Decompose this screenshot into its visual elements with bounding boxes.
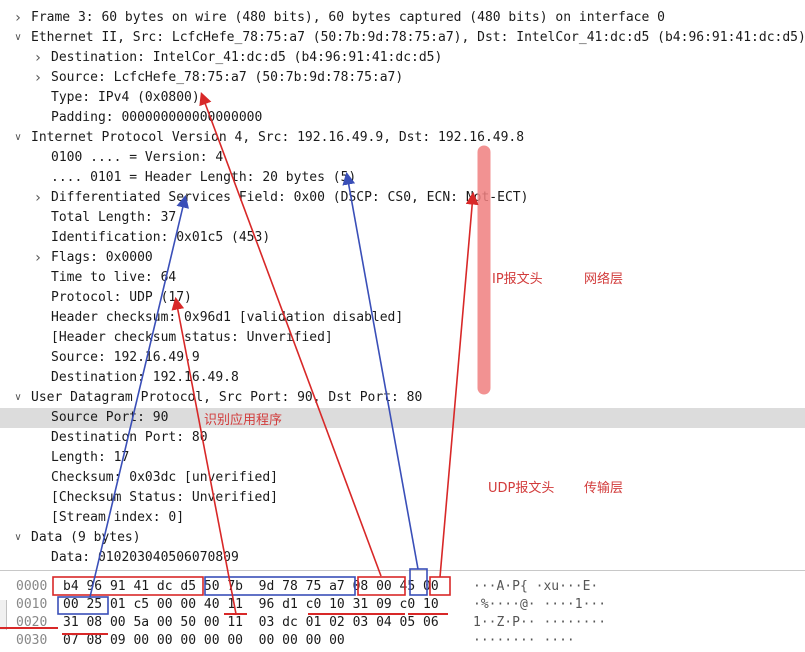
- tree-row[interactable]: ∨ Internet Protocol Version 4, Src: 192.1…: [0, 128, 805, 148]
- tree-row[interactable]: .... 0101 = Header Length: 20 bytes (5): [0, 168, 805, 188]
- tree-row-label: Destination: 192.16.49.8: [51, 370, 239, 385]
- chevron-down-icon[interactable]: ∨: [12, 28, 24, 48]
- hex-bytes[interactable]: b4 96 91 41 dc d5 50 7b 9d 78 75 a7 08 0…: [63, 577, 439, 597]
- tree-row[interactable]: › Frame 3: 60 bytes on wire (480 bits), 6…: [0, 8, 805, 28]
- tree-row[interactable]: Destination: 192.16.49.8: [0, 368, 805, 388]
- tree-row[interactable]: ∨ Ethernet II, Src: LcfcHefe_78:75:a7 (50…: [0, 28, 805, 48]
- hex-row[interactable]: 0000 b4 96 91 41 dc d5 50 7b 9d 78 75 a7 …: [0, 577, 805, 597]
- tree-row-label: Source: LcfcHefe_78:75:a7 (50:7b:9d:78:7…: [51, 70, 404, 85]
- tree-row[interactable]: ∨ Data (9 bytes): [0, 528, 805, 548]
- tree-row-label: Identification: 0x01c5 (453): [51, 230, 271, 245]
- tree-row[interactable]: Data: 010203040506070809: [0, 548, 805, 568]
- tree-row[interactable]: Source Port: 90: [0, 408, 805, 428]
- tree-row-label: User Datagram Protocol, Src Port: 90, Ds…: [31, 390, 423, 405]
- tree-row[interactable]: Destination Port: 80: [0, 428, 805, 448]
- udp-header-label: UDP报文头: [488, 481, 555, 496]
- identify-app-label: 识别应用程序: [204, 413, 283, 428]
- transport-layer-label: 传输层: [584, 481, 624, 496]
- tree-row[interactable]: 0100 .... = Version: 4: [0, 148, 805, 168]
- chevron-right-icon[interactable]: ›: [32, 68, 44, 88]
- hex-ascii[interactable]: 1··Z·P·· ········: [473, 613, 606, 633]
- tree-row[interactable]: Type: IPv4 (0x0800): [0, 88, 805, 108]
- hex-bytes[interactable]: 31 08 00 5a 00 50 00 11 03 dc 01 02 03 0…: [63, 613, 439, 633]
- hex-bytes[interactable]: 00 25 01 c5 00 00 40 11 96 d1 c0 10 31 0…: [63, 595, 439, 615]
- tree-row-label: [Stream index: 0]: [51, 510, 185, 525]
- chevron-right-icon[interactable]: ›: [32, 248, 44, 268]
- tree-row[interactable]: [Stream index: 0]: [0, 508, 805, 528]
- tree-row[interactable]: Header checksum: 0x96d1 [validation disa…: [0, 308, 805, 328]
- tree-row-label: Length: 17: [51, 450, 130, 465]
- tree-row-label: Data (9 bytes): [31, 530, 141, 545]
- chevron-right-icon[interactable]: ›: [32, 48, 44, 68]
- tree-row-label: Ethernet II, Src: LcfcHefe_78:75:a7 (50:…: [31, 30, 805, 45]
- packet-bytes-pane[interactable]: 0000 b4 96 91 41 dc d5 50 7b 9d 78 75 a7 …: [0, 570, 805, 652]
- tree-row[interactable]: › Destination: IntelCor_41:dc:d5 (b4:96:9…: [0, 48, 805, 68]
- tree-row[interactable]: Length: 17: [0, 448, 805, 468]
- chevron-down-icon[interactable]: ∨: [12, 388, 24, 408]
- tree-row-label: Protocol: UDP (17): [51, 290, 192, 305]
- hex-offset: 0010: [16, 597, 48, 612]
- tree-row[interactable]: Time to live: 64: [0, 268, 805, 288]
- hex-offset: 0000: [16, 579, 48, 594]
- ip-header-label: IP报文头: [492, 272, 543, 287]
- tree-row-label: Frame 3: 60 bytes on wire (480 bits), 60…: [31, 10, 665, 25]
- tree-row[interactable]: › Flags: 0x0000: [0, 248, 805, 268]
- packet-details-tree[interactable]: › Frame 3: 60 bytes on wire (480 bits), 6…: [0, 0, 805, 568]
- tree-row-label: Source: 192.16.49.9: [51, 350, 200, 365]
- hex-offset: 0030: [16, 633, 48, 648]
- tree-row[interactable]: › Source: LcfcHefe_78:75:a7 (50:7b:9d:78:…: [0, 68, 805, 88]
- tree-row[interactable]: [Checksum Status: Unverified]: [0, 488, 805, 508]
- tree-row[interactable]: Total Length: 37: [0, 208, 805, 228]
- tree-row-label: Flags: 0x0000: [51, 250, 153, 265]
- hex-ascii[interactable]: ········ ····: [473, 631, 575, 651]
- chevron-right-icon[interactable]: ›: [32, 188, 44, 208]
- chevron-right-icon[interactable]: ›: [12, 8, 24, 28]
- tree-row-label: Header checksum: 0x96d1 [validation disa…: [51, 310, 404, 325]
- tree-row-label: Time to live: 64: [51, 270, 177, 285]
- tree-row[interactable]: Source: 192.16.49.9: [0, 348, 805, 368]
- tree-row-label: Data: 010203040506070809: [51, 550, 239, 565]
- hex-offset: 0020: [16, 615, 48, 630]
- tree-row[interactable]: Protocol: UDP (17): [0, 288, 805, 308]
- hex-row[interactable]: 0010 00 25 01 c5 00 00 40 11 96 d1 c0 10 …: [0, 595, 805, 615]
- hex-row[interactable]: 0030 07 08 09 00 00 00 00 00 00 00 00 00 ·…: [0, 631, 805, 651]
- tree-row[interactable]: Identification: 0x01c5 (453): [0, 228, 805, 248]
- tree-row-label: Destination: IntelCor_41:dc:d5 (b4:96:91…: [51, 50, 443, 65]
- window-edge-control: [0, 600, 7, 630]
- hex-ascii[interactable]: ···A·P{ ·xu···E·: [473, 577, 598, 597]
- tree-row-label: .... 0101 = Header Length: 20 bytes (5): [51, 170, 357, 185]
- tree-row-label: Destination Port: 80: [51, 430, 208, 445]
- tree-row-label: Source Port: 90: [51, 410, 169, 425]
- tree-row[interactable]: ∨ User Datagram Protocol, Src Port: 90, D…: [0, 388, 805, 408]
- chevron-down-icon[interactable]: ∨: [12, 528, 24, 548]
- tree-row[interactable]: Checksum: 0x03dc [unverified]: [0, 468, 805, 488]
- tree-row-label: Internet Protocol Version 4, Src: 192.16…: [31, 130, 525, 145]
- tree-row-label: Checksum: 0x03dc [unverified]: [51, 470, 278, 485]
- tree-row-label: 0100 .... = Version: 4: [51, 150, 224, 165]
- tree-row[interactable]: [Header checksum status: Unverified]: [0, 328, 805, 348]
- tree-row-label: [Header checksum status: Unverified]: [51, 330, 333, 345]
- tree-row[interactable]: Padding: 000000000000000000: [0, 108, 805, 128]
- tree-row-label: Padding: 000000000000000000: [51, 110, 263, 125]
- hex-row[interactable]: 0020 31 08 00 5a 00 50 00 11 03 dc 01 02 …: [0, 613, 805, 633]
- tree-row[interactable]: › Differentiated Services Field: 0x00 (DS…: [0, 188, 805, 208]
- chevron-down-icon[interactable]: ∨: [12, 128, 24, 148]
- hex-ascii[interactable]: ·%····@· ····1···: [473, 595, 606, 615]
- tree-row-label: Differentiated Services Field: 0x00 (DSC…: [51, 190, 529, 205]
- tree-row-label: Type: IPv4 (0x0800): [51, 90, 200, 105]
- network-layer-label: 网络层: [584, 272, 624, 287]
- hex-bytes[interactable]: 07 08 09 00 00 00 00 00 00 00 00 00: [63, 631, 345, 651]
- tree-row-label: [Checksum Status: Unverified]: [51, 490, 278, 505]
- tree-row-label: Total Length: 37: [51, 210, 177, 225]
